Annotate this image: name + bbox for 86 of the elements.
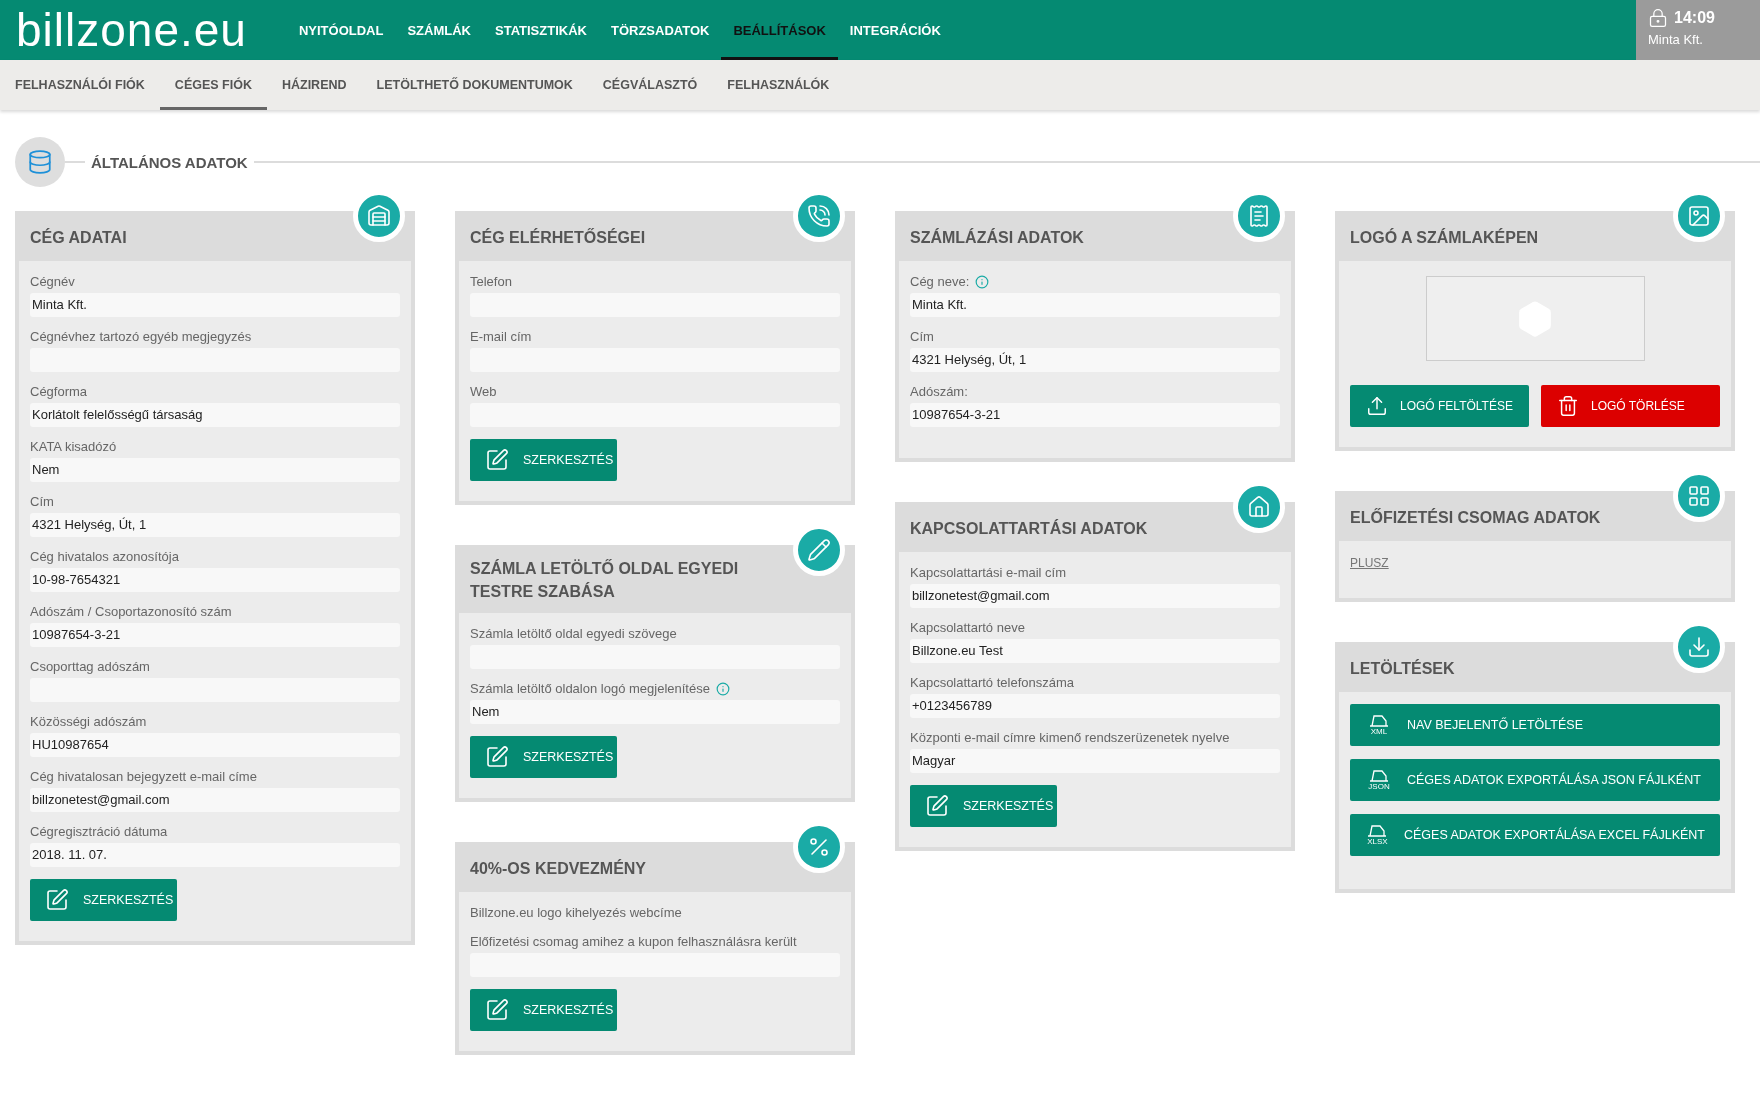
field-label: Cég hivatalosan bejegyzett e-mail címe: [30, 768, 257, 786]
edit-icon: [485, 448, 509, 472]
nav-tab[interactable]: NYITÓOLDAL: [286, 0, 396, 60]
field-label: Kapcsolattartó neve: [910, 619, 1025, 637]
upload-logo-button[interactable]: LOGÓ FELTÖLTÉSE: [1350, 385, 1529, 427]
edit-icon: [45, 888, 69, 912]
text-field[interactable]: Nem: [30, 458, 400, 482]
field-label: Cégnévhez tartozó egyéb megjegyzés: [30, 328, 252, 346]
text-field[interactable]: 4321 Helység, Út, 1: [30, 513, 400, 537]
edit-button[interactable]: SZERKESZTÉS: [30, 879, 177, 921]
card-title: LETÖLTÉSEK: [1350, 658, 1455, 679]
card-title: KAPCSOLATTARTÁSI ADATOK: [910, 518, 1148, 539]
card-title: ELŐFIZETÉSI CSOMAG ADATOK: [1350, 507, 1601, 528]
session-time: 14:09: [1674, 9, 1715, 27]
field-label: Adószám / Csoportazonosító szám: [30, 603, 232, 621]
field-label: Billzone.eu logo kihelyezés webcíme: [470, 904, 682, 922]
text-field[interactable]: billzonetest@gmail.com: [910, 584, 1280, 608]
field-label: KATA kisadózó: [30, 438, 117, 456]
card-title: 40%-OS KEDVEZMÉNY: [470, 858, 647, 879]
field-label: Cím: [30, 493, 54, 511]
text-field[interactable]: HU10987654: [30, 733, 400, 757]
text-field[interactable]: Nem: [470, 700, 840, 724]
field-label: Cég hivatalos azonosítója: [30, 548, 179, 566]
text-field[interactable]: 10987654-3-21: [30, 623, 400, 647]
trash-icon: [1557, 395, 1579, 417]
text-field[interactable]: 10-98-7654321: [30, 568, 400, 592]
sub-tab[interactable]: FELHASZNÁLÓI FIÓK: [0, 60, 160, 110]
sub-tab[interactable]: LETÖLTHETŐ DOKUMENTUMOK: [361, 60, 588, 110]
edit-icon: [925, 794, 949, 818]
download-button[interactable]: XLSX CÉGES ADATOK EXPORTÁLÁSA EXCEL FÁJLKÉNT: [1350, 814, 1720, 856]
card-title: CÉG ELÉRHETŐSÉGEI: [470, 227, 646, 248]
upload-icon: [1366, 395, 1388, 417]
edit-button[interactable]: SZERKESZTÉS: [470, 439, 617, 481]
text-field[interactable]: 2018. 11. 07.: [30, 843, 400, 867]
section-title: ÁLTALÁNOS ADATOK: [90, 153, 249, 171]
delete-logo-button[interactable]: LOGÓ TÖRLÉSE: [1541, 385, 1720, 427]
field-label: Kapcsolattartó telefonszáma: [910, 674, 1075, 692]
text-field[interactable]: Minta Kft.: [30, 293, 400, 317]
edit-icon: [485, 998, 509, 1022]
sub-tab[interactable]: CÉGES FIÓK: [159, 60, 267, 110]
field-label: Web: [470, 383, 497, 401]
nav-tab[interactable]: TÖRZSADATOK: [598, 0, 722, 60]
field-label: Cégnév: [30, 273, 75, 291]
field-label: Előfizetési csomag amihez a kupon felhasználásra került: [470, 933, 797, 951]
subscription-link[interactable]: PLUSZ: [1350, 556, 1389, 570]
brand-logo[interactable]: billzone.eu: [0, 0, 287, 60]
nav-tab[interactable]: INTEGRÁCIÓK: [837, 0, 953, 60]
text-field[interactable]: 10987654-3-21: [910, 403, 1280, 427]
edit-button[interactable]: SZERKESZTÉS: [470, 736, 617, 778]
field-label: Cím: [910, 328, 934, 346]
card-title: SZÁMLA LETÖLTŐ OLDAL EGYEDI TESTRE SZABÁSA: [470, 558, 740, 602]
nav-tab[interactable]: SZÁMLÁK: [395, 0, 483, 60]
text-field[interactable]: Magyar: [910, 749, 1280, 773]
card-title: LOGÓ A SZÁMLAKÉPEN: [1350, 227, 1539, 248]
text-field[interactable]: Korlátolt felelősségű társaság: [30, 403, 400, 427]
info-icon[interactable]: [975, 275, 990, 289]
edit-button[interactable]: SZERKESZTÉS: [470, 989, 617, 1031]
text-field[interactable]: Billzone.eu Test: [910, 639, 1280, 663]
field-label: Adószám:: [910, 383, 968, 401]
download-button[interactable]: JSON CÉGES ADATOK EXPORTÁLÁSA JSON FÁJLKÉNT: [1350, 759, 1720, 801]
text-field[interactable]: 4321 Helység, Út, 1: [910, 348, 1280, 372]
field-label: E-mail cím: [470, 328, 532, 346]
card-title: CÉG ADATAI: [30, 227, 127, 248]
card-title: SZÁMLÁZÁSI ADATOK: [910, 227, 1084, 248]
field-label: Cégforma: [30, 383, 88, 401]
field-label: Központi e-mail címre kimenő rendszerüzenetek nyelve: [910, 729, 1230, 747]
edit-button[interactable]: SZERKESZTÉS: [910, 785, 1057, 827]
field-label: Számla letöltő oldalon logó megjelenítése: [470, 680, 710, 698]
download-button[interactable]: XML NAV BEJELENTŐ LETÖLTÉSE: [1350, 704, 1720, 746]
sub-tab[interactable]: CÉGVÁLASZTÓ: [587, 60, 713, 110]
field-label: Közösségi adószám: [30, 713, 147, 731]
edit-icon: [485, 745, 509, 769]
field-label: Cég neve:: [910, 273, 970, 291]
text-field[interactable]: Minta Kft.: [910, 293, 1280, 317]
field-label: Telefon: [470, 273, 512, 291]
field-label: Számla letöltő oldal egyedi szövege: [470, 625, 677, 643]
field-label: Csoporttag adószám: [30, 658, 150, 676]
field-label: Kapcsolattartási e-mail cím: [910, 564, 1067, 582]
info-icon[interactable]: [715, 682, 730, 696]
company-name: Minta Kft.: [1648, 32, 1704, 47]
sub-tab[interactable]: HÁZIREND: [266, 60, 362, 110]
text-field[interactable]: billzonetest@gmail.com: [30, 788, 400, 812]
field-label: Cégregisztráció dátuma: [30, 823, 168, 841]
nav-tab[interactable]: STATISZTIKÁK: [483, 0, 599, 60]
sub-tab[interactable]: FELHASZNÁLÓK: [712, 60, 845, 110]
text-field[interactable]: +0123456789: [910, 694, 1280, 718]
